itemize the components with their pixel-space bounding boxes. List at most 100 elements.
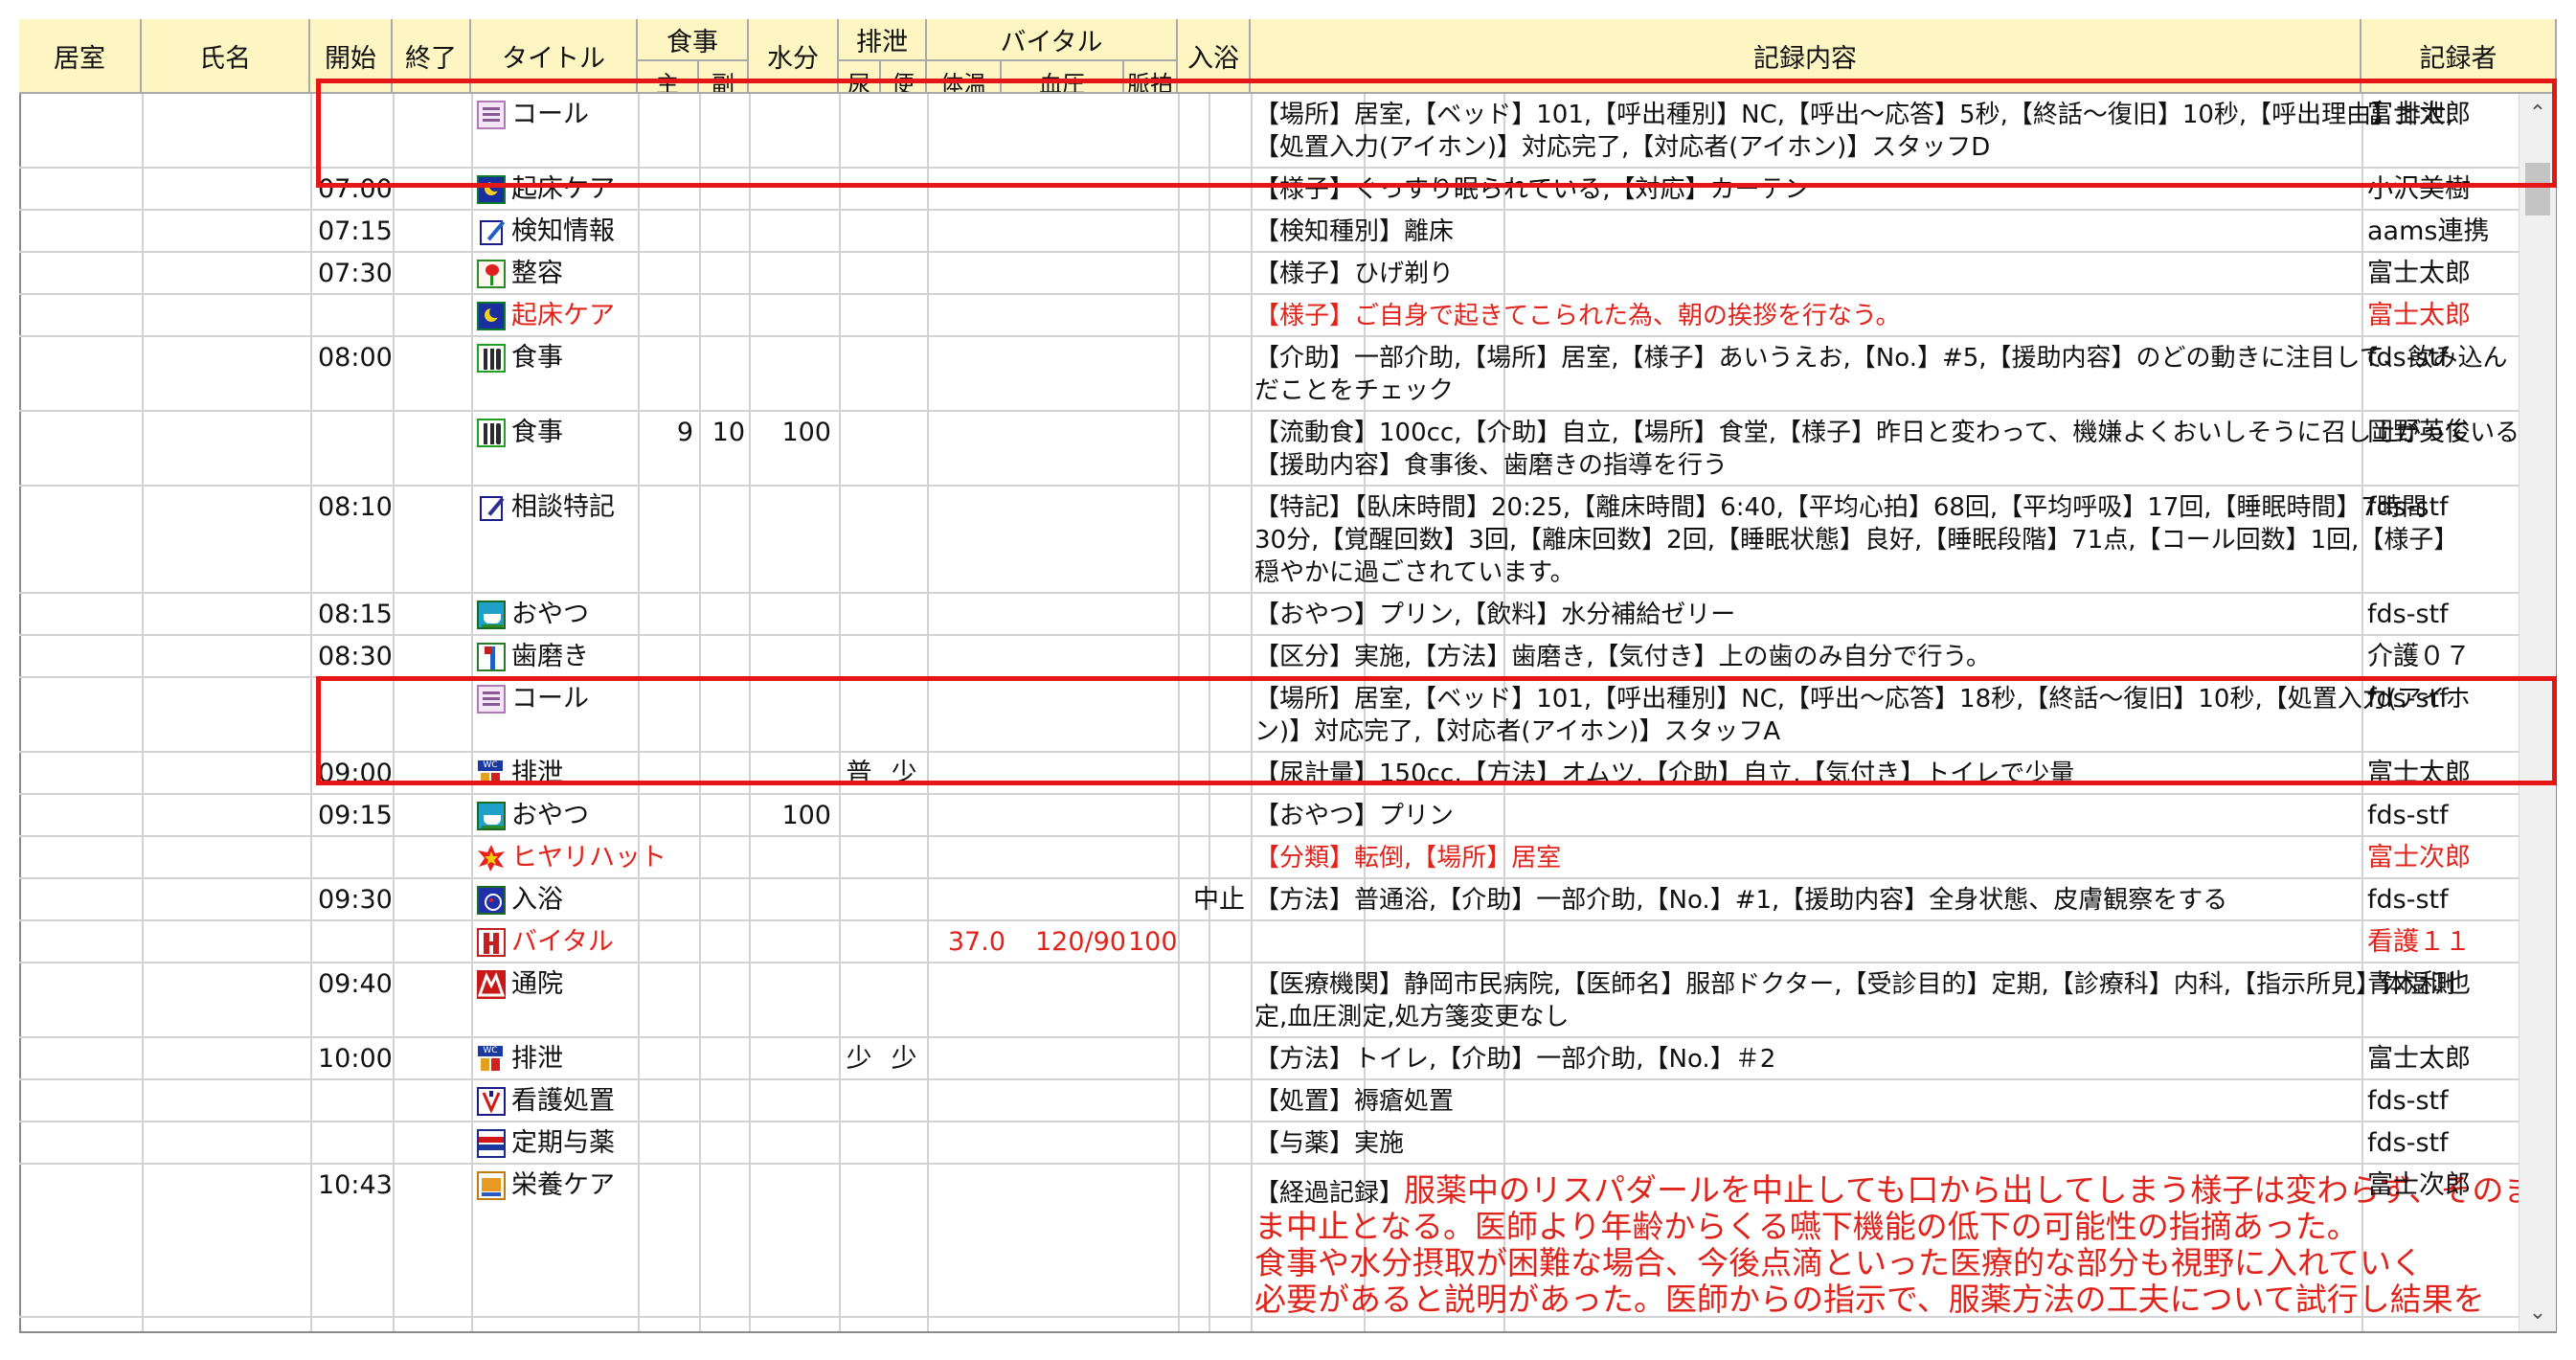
record-line: 定,血圧測定,処方箋変更なし	[1254, 1003, 1570, 1031]
row-title: 起床ケア	[511, 301, 615, 330]
urine-value: 普	[846, 759, 872, 788]
table-row[interactable]	[19, 1122, 2361, 1163]
water-value: 100	[781, 801, 831, 830]
table-row[interactable]	[19, 837, 2361, 877]
record-line: ン)】対応完了,【対応者(アイホン)】スタッフA	[1254, 717, 1781, 746]
recorder-name: fds-stf	[2367, 343, 2449, 373]
header-meal-side[interactable]: 副	[699, 61, 749, 94]
stool-value: 少	[891, 759, 917, 788]
stool-value: 少	[891, 1044, 917, 1074]
snack-icon	[477, 802, 506, 830]
row-title: バイタル	[511, 927, 614, 957]
record-line: 【特記】【臥床時間】20:25,【離床時間】6:40,【平均心拍】68回,【平均…	[1254, 493, 2428, 522]
record-line: 【方法】トイレ,【介助】一部介助,【No.】＃2	[1254, 1045, 1776, 1074]
vital-icon	[477, 928, 506, 957]
record-line: 【医療機関】静岡市民病院,【医師名】服部ドクター,【受診目的】定期,【診療科】内…	[1254, 970, 2456, 999]
medication-icon	[477, 1129, 506, 1158]
header-title[interactable]: タイトル	[471, 19, 638, 94]
table-row[interactable]	[19, 1080, 2361, 1121]
blood-pressure-value: 120/90	[1035, 927, 1126, 957]
wc-icon: WC	[477, 1045, 506, 1074]
row-title: ヒヤリハット	[511, 843, 667, 873]
record-line: 【与薬】実施	[1254, 1129, 1405, 1158]
bath-icon	[477, 886, 506, 915]
scroll-down-icon[interactable]: ⌄	[2520, 1293, 2556, 1331]
header-bath[interactable]: 入浴	[1178, 19, 1251, 94]
nutrition-care-icon	[477, 1171, 506, 1200]
record-line: 【分類】転倒,【場所】居室	[1254, 844, 1562, 873]
record-line: 【流動食】100cc,【介助】自立,【場所】食堂,【様子】昨日と変わって、機嫌よ…	[1254, 419, 2519, 447]
recorder-name: fds-stf	[2367, 1086, 2449, 1116]
record-line: 食事や水分摂取が困難な場合、今後点滴といった医療的な部分も視野に入れていく	[1254, 1244, 2424, 1281]
header-urine[interactable]: 尿	[839, 61, 881, 94]
start-time: 07:00	[318, 174, 393, 204]
start-time: 08:30	[318, 642, 393, 671]
wakeup-care-icon	[477, 175, 506, 204]
header-room[interactable]: 居室	[19, 19, 142, 94]
header-record[interactable]: 記録内容	[1251, 19, 2361, 94]
start-time: 08:10	[318, 492, 393, 522]
grooming-icon	[477, 260, 506, 288]
near-miss-icon	[477, 844, 506, 873]
scroll-thumb[interactable]	[2525, 163, 2550, 215]
record-line: 必要があると説明があった。医師からの指示で、服薬方法の工夫について試行し結果を	[1254, 1281, 2485, 1318]
recorder-name: fds-stf	[2367, 600, 2449, 629]
header-start[interactable]: 開始	[310, 19, 393, 94]
row-title: おやつ	[511, 801, 589, 830]
table-row[interactable]	[19, 295, 2361, 335]
header-vitals[interactable]: バイタル	[927, 19, 1178, 61]
row-title: 排泄	[511, 1044, 563, 1074]
header-temp[interactable]: 体温	[927, 61, 1002, 94]
header-meal[interactable]: 食事	[638, 19, 749, 61]
row-title: 検知情報	[511, 216, 615, 246]
vertical-scrollbar[interactable]: ⌃ ⌄	[2519, 94, 2556, 1331]
recorder-name: 富士次郎	[2367, 843, 2471, 873]
header-stool[interactable]: 便	[881, 61, 927, 94]
row-title: 整容	[511, 259, 563, 288]
header-bp[interactable]: 血圧	[1002, 61, 1124, 94]
record-line: 【様子】ぐっすり眠られている,【対応】カーテン	[1254, 175, 1810, 204]
header-excretion[interactable]: 排泄	[839, 19, 927, 61]
header-meal-main[interactable]: 主	[638, 61, 699, 94]
bath-value: 中止	[1193, 885, 1245, 915]
scroll-up-icon[interactable]: ⌃	[2520, 94, 2556, 132]
row-title: おやつ	[511, 600, 589, 629]
row-title: 食事	[511, 343, 563, 373]
recorder-name: 看護１１	[2367, 927, 2471, 957]
record-line: 30分,【覚醒回数】3回,【離床回数】2回,【睡眠状態】良好,【睡眠段階】71点…	[1254, 526, 2459, 555]
record-line: 穏やかに過ごされています。	[1254, 558, 1575, 587]
call-icon	[477, 101, 506, 129]
recorder-name: fds-stf	[2367, 1128, 2449, 1158]
recorder-name: 青木和也	[2367, 969, 2471, 999]
header-end[interactable]: 終了	[393, 19, 471, 94]
meal-main-value: 9	[676, 418, 693, 447]
header-pulse[interactable]: 脈拍	[1124, 61, 1178, 94]
recorder-name: 富士太郎	[2367, 100, 2471, 129]
call-icon	[477, 685, 506, 714]
header-recorder[interactable]: 記録者	[2361, 19, 2557, 94]
record-line: 【おやつ】プリン,【飲料】水分補給ゼリー	[1254, 601, 1736, 629]
record-line: 【様子】ご自身で起きてこられた為、朝の挨拶を行なう。	[1254, 302, 1901, 330]
recorder-name: fds-stf	[2367, 492, 2449, 522]
record-line: だことをチェック	[1254, 376, 1455, 405]
water-value: 100	[781, 418, 831, 447]
start-time: 10:43	[318, 1170, 393, 1200]
recorder-name: 富士太郎	[2367, 301, 2471, 330]
recorder-name: 富士太郎	[2367, 259, 2471, 288]
header-water[interactable]: 水分	[749, 19, 839, 94]
record-line: 【援助内容】食事後、歯磨きの指導を行う	[1254, 451, 1729, 480]
record-label: 【経過記録】	[1254, 1179, 1405, 1208]
header-name[interactable]: 氏名	[142, 19, 310, 94]
recorder-name: fds-stf	[2367, 885, 2449, 915]
row-title: 入浴	[511, 885, 563, 915]
record-line: 【処置】褥瘡処置	[1254, 1087, 1455, 1116]
record-line: 【介助】一部介助,【場所】居室,【様子】あいうえお,【No.】#5,【援助内容】…	[1254, 344, 2508, 373]
start-time: 10:00	[318, 1044, 393, 1074]
record-line: 【場所】居室,【ベッド】101,【呼出種別】NC,【呼出～応答】18秒,【終話～…	[1254, 685, 2471, 714]
meal-icon	[477, 344, 506, 373]
meal-icon	[477, 419, 506, 447]
table-row[interactable]	[19, 921, 2361, 962]
row-title: 看護処置	[511, 1086, 615, 1116]
recorder-name: 富士太郎	[2367, 1044, 2471, 1074]
start-time: 07:15	[318, 216, 393, 246]
